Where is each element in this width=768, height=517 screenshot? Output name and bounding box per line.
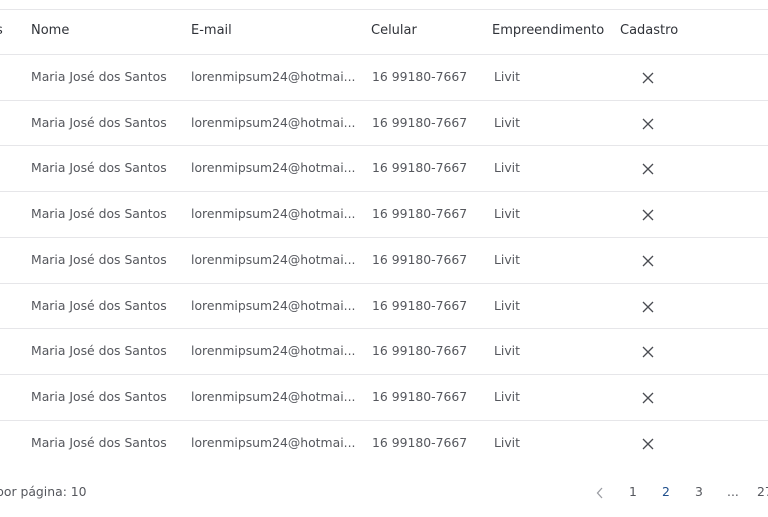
cell-nome: Maria José dos Santos	[31, 114, 167, 130]
close-icon[interactable]	[642, 301, 654, 313]
cell-celular: 16 99180-7667	[372, 388, 468, 404]
cell-nome: Maria José dos Santos	[31, 388, 167, 404]
page-ellipsis: ...	[727, 484, 739, 499]
close-icon[interactable]	[642, 346, 654, 358]
table-top-border	[0, 9, 768, 10]
cell-celular: 16 99180-7667	[372, 297, 468, 313]
page-3[interactable]: 3	[695, 484, 703, 499]
column-header-empreendimento[interactable]: Empreendimento	[492, 23, 604, 38]
column-header-celular[interactable]: Celular	[371, 23, 417, 38]
cell-email: lorenmipsum24@hotmai...	[191, 160, 356, 176]
cell-email: lorenmipsum24@hotmai...	[191, 114, 356, 130]
cell-empreendimento: Livit	[494, 160, 520, 176]
close-icon[interactable]	[642, 209, 654, 221]
close-icon[interactable]	[642, 438, 654, 450]
close-icon[interactable]	[642, 72, 654, 84]
cell-celular: 16 99180-7667	[372, 343, 468, 359]
column-header-partial[interactable]: s	[0, 23, 3, 38]
cell-empreendimento: Livit	[494, 297, 520, 313]
cell-email: lorenmipsum24@hotmai...	[191, 434, 356, 450]
pagination: por página: 10 1 2 3 ... 27	[0, 484, 768, 504]
close-icon[interactable]	[642, 163, 654, 175]
cell-celular: 16 99180-7667	[372, 160, 468, 176]
table-row[interactable]: Maria José dos Santos lorenmipsum24@hotma…	[0, 236, 768, 284]
cell-nome: Maria José dos Santos	[31, 343, 167, 359]
column-header-email[interactable]: E-mail	[191, 23, 232, 38]
cell-empreendimento: Livit	[494, 343, 520, 359]
cell-email: lorenmipsum24@hotmai...	[191, 297, 356, 313]
close-icon[interactable]	[642, 255, 654, 267]
table-row[interactable]: Maria José dos Santos lorenmipsum24@hotma…	[0, 419, 768, 467]
cell-celular: 16 99180-7667	[372, 434, 468, 450]
cell-celular: 16 99180-7667	[372, 206, 468, 222]
cell-empreendimento: Livit	[494, 434, 520, 450]
cell-nome: Maria José dos Santos	[31, 206, 167, 222]
cell-empreendimento: Livit	[494, 388, 520, 404]
cell-empreendimento: Livit	[494, 206, 520, 222]
table-row[interactable]: Maria José dos Santos lorenmipsum24@hotma…	[0, 99, 768, 147]
table-row[interactable]: Maria José dos Santos lorenmipsum24@hotma…	[0, 282, 768, 330]
column-header-cadastro[interactable]: Cadastro	[620, 23, 678, 38]
table-row[interactable]: Maria José dos Santos lorenmipsum24@hotma…	[0, 145, 768, 192]
cell-nome: Maria José dos Santos	[31, 69, 167, 84]
table-row[interactable]: Maria José dos Santos lorenmipsum24@hotma…	[0, 328, 768, 375]
page-2[interactable]: 2	[662, 484, 670, 499]
cell-email: lorenmipsum24@hotmai...	[191, 69, 356, 84]
cell-email: lorenmipsum24@hotmai...	[191, 343, 356, 359]
cell-celular: 16 99180-7667	[372, 69, 468, 84]
cell-nome: Maria José dos Santos	[31, 251, 167, 267]
column-header-nome[interactable]: Nome	[31, 23, 69, 38]
cell-nome: Maria José dos Santos	[31, 297, 167, 313]
cell-email: lorenmipsum24@hotmai...	[191, 206, 356, 222]
cell-email: lorenmipsum24@hotmai...	[191, 251, 356, 267]
page-last[interactable]: 27	[757, 484, 768, 499]
table-row[interactable]: Maria José dos Santos lorenmipsum24@hotma…	[0, 54, 768, 101]
close-icon[interactable]	[642, 118, 654, 130]
table-row[interactable]: Maria José dos Santos lorenmipsum24@hotma…	[0, 373, 768, 421]
cell-celular: 16 99180-7667	[372, 251, 468, 267]
cell-empreendimento: Livit	[494, 251, 520, 267]
chevron-left-icon[interactable]	[596, 487, 604, 499]
rows-per-page-label[interactable]: por página: 10	[0, 484, 87, 499]
cell-empreendimento: Livit	[494, 69, 520, 84]
cell-nome: Maria José dos Santos	[31, 434, 167, 450]
page-1[interactable]: 1	[629, 484, 637, 499]
table-row[interactable]: Maria José dos Santos lorenmipsum24@hotma…	[0, 191, 768, 238]
cell-email: lorenmipsum24@hotmai...	[191, 388, 356, 404]
close-icon[interactable]	[642, 392, 654, 404]
cell-celular: 16 99180-7667	[372, 114, 468, 130]
cell-nome: Maria José dos Santos	[31, 160, 167, 176]
cell-empreendimento: Livit	[494, 114, 520, 130]
